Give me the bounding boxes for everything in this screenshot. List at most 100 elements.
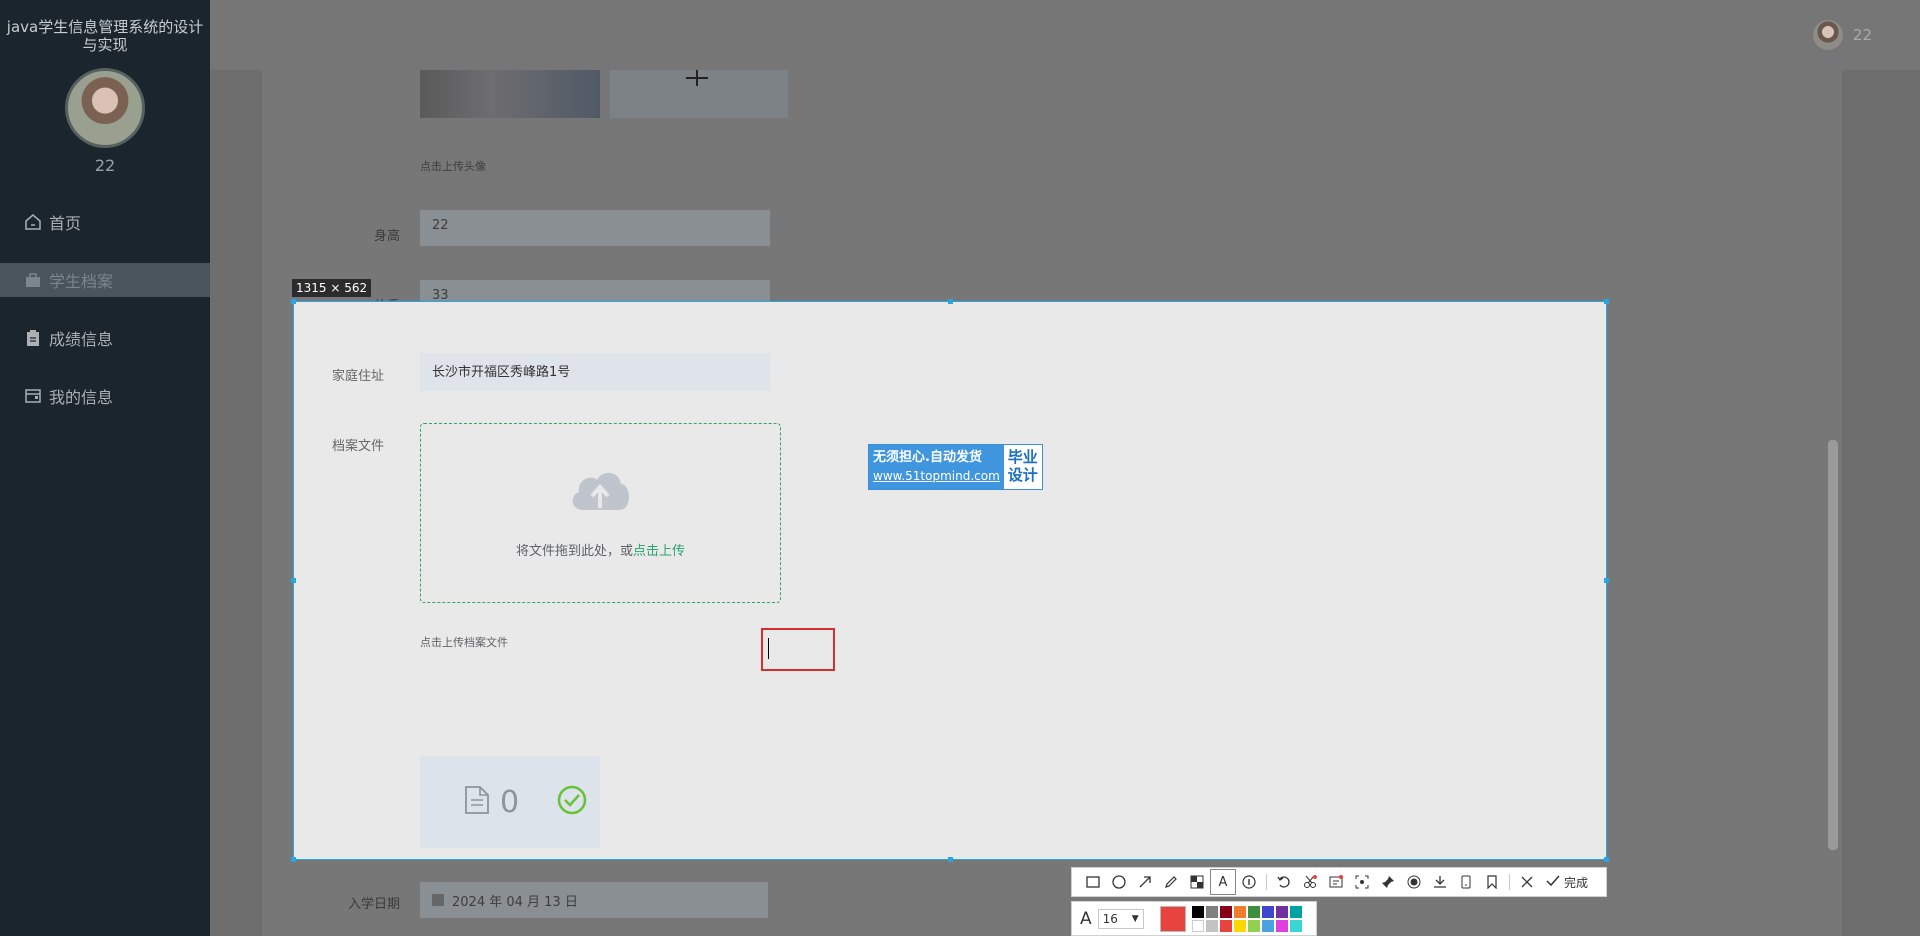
download-icon[interactable] xyxy=(1427,869,1453,895)
color-swatch[interactable] xyxy=(1233,905,1246,918)
color-swatch[interactable] xyxy=(1275,905,1288,918)
color-swatch[interactable] xyxy=(1261,905,1274,918)
font-icon: A xyxy=(1080,908,1092,929)
annotation-text-box[interactable] xyxy=(761,628,835,671)
color-swatch[interactable] xyxy=(1219,905,1232,918)
scroll-capture-icon[interactable] xyxy=(1349,869,1375,895)
record-icon[interactable] xyxy=(1401,869,1427,895)
sidebar-item-label: 成绩信息 xyxy=(49,330,114,349)
arrow-tool-icon[interactable] xyxy=(1132,869,1158,895)
document-icon xyxy=(464,785,490,819)
text-caret xyxy=(768,638,769,659)
resize-handle-tr[interactable] xyxy=(1604,299,1609,304)
sidebar-item-student-archive[interactable]: 学生档案 xyxy=(0,263,210,297)
sidebar-item-label: 我的信息 xyxy=(49,388,114,407)
color-swatch[interactable] xyxy=(1233,919,1246,932)
calendar-icon xyxy=(432,894,444,906)
file-dropzone[interactable]: 将文件拖到此处，或点击上传 xyxy=(420,423,781,603)
pencil-tool-icon[interactable] xyxy=(1158,869,1184,895)
dropzone-upload-link[interactable]: 点击上传 xyxy=(633,544,685,559)
top-user-menu[interactable]: 22 xyxy=(1812,20,1872,50)
color-swatch[interactable] xyxy=(1289,905,1302,918)
ad-banner-line1: 无须担心.自动发货 xyxy=(873,450,982,465)
color-palette xyxy=(1191,905,1302,932)
sidebar-item-label: 首页 xyxy=(49,214,82,233)
file-upload-hint: 点击上传档案文件 xyxy=(420,636,508,649)
bookmark-icon[interactable] xyxy=(1479,869,1505,895)
ocr-icon[interactable] xyxy=(1323,869,1349,895)
number-tool-icon[interactable] xyxy=(1236,869,1262,895)
cloud-upload-icon xyxy=(569,466,631,512)
ellipse-tool-icon[interactable] xyxy=(1106,869,1132,895)
font-size-select[interactable]: 16 ▼ xyxy=(1097,908,1144,929)
text-style-bar: A 16 ▼ xyxy=(1071,901,1317,936)
font-size-value: 16 xyxy=(1102,911,1118,926)
color-swatch[interactable] xyxy=(1275,919,1288,932)
clipboard-icon xyxy=(24,329,42,347)
success-check-icon xyxy=(557,785,587,819)
avatar xyxy=(1812,20,1843,50)
color-swatch[interactable] xyxy=(1219,919,1232,932)
ad-banner-url: www.51topmind.com xyxy=(873,469,1000,483)
color-swatch[interactable] xyxy=(1191,905,1204,918)
address-input[interactable]: 长沙市开福区秀峰路1号 xyxy=(420,353,770,391)
resize-handle-r[interactable] xyxy=(1604,578,1609,583)
color-swatch[interactable] xyxy=(1247,905,1260,918)
page-scrollbar[interactable] xyxy=(1828,440,1838,850)
wallet-icon xyxy=(24,387,42,405)
dropzone-text: 将文件拖到此处，或点击上传 xyxy=(421,540,780,559)
resize-handle-t[interactable] xyxy=(948,299,953,304)
resize-handle-l[interactable] xyxy=(291,578,296,583)
height-input[interactable]: 22 xyxy=(420,210,770,246)
resize-handle-b[interactable] xyxy=(948,857,953,862)
chevron-down-icon: ▼ xyxy=(1131,913,1139,924)
color-swatch[interactable] xyxy=(1191,919,1204,932)
address-label: 家庭住址 xyxy=(331,369,384,384)
plus-icon xyxy=(686,70,708,86)
close-icon[interactable] xyxy=(1514,869,1540,895)
capture-toolbar: A 完成 xyxy=(1071,867,1607,897)
done-button[interactable]: 完成 xyxy=(1546,874,1588,891)
current-color-swatch[interactable] xyxy=(1159,905,1186,932)
color-swatch[interactable] xyxy=(1261,919,1274,932)
capture-region[interactable]: 家庭住址 长沙市开福区秀峰路1号 档案文件 将文件拖到此处，或点击上传 点击上传… xyxy=(293,301,1607,860)
ad-banner-right: 毕业 设计 xyxy=(1007,448,1038,484)
avatar-upload-hint: 点击上传头像 xyxy=(420,160,486,173)
ad-banner[interactable]: 无须担心.自动发货 www.51topmind.com 毕业 设计 xyxy=(868,444,1043,490)
capture-size-label: 1315 × 562 xyxy=(292,279,372,297)
uploaded-file-card[interactable]: 0 xyxy=(420,756,600,848)
sidebar-item-label: 学生档案 xyxy=(49,272,114,291)
system-title: java学生信息管理系统的设计与实现 xyxy=(6,18,204,54)
height-label: 身高 xyxy=(373,229,400,244)
long-capture-icon[interactable] xyxy=(1453,869,1479,895)
toolbar-separator xyxy=(1266,874,1267,890)
rect-tool-icon[interactable] xyxy=(1080,869,1106,895)
text-tool-icon[interactable]: A xyxy=(1210,869,1236,895)
color-swatch[interactable] xyxy=(1247,919,1260,932)
sidebar-avatar xyxy=(65,68,145,148)
toolbar-separator xyxy=(1509,874,1510,890)
file-label: 档案文件 xyxy=(331,439,384,454)
mosaic-tool-icon[interactable] xyxy=(1184,869,1210,895)
home-icon xyxy=(24,213,42,231)
resize-handle-br[interactable] xyxy=(1604,857,1609,862)
ad-banner-left: 无须担心.自动发货 www.51topmind.com xyxy=(869,445,1004,489)
color-swatch[interactable] xyxy=(1205,919,1218,932)
enroll-date-input[interactable]: 2024 年 04 月 13 日 xyxy=(420,882,768,918)
pin-icon[interactable] xyxy=(1375,869,1401,895)
done-label: 完成 xyxy=(1564,875,1589,890)
resize-handle-bl[interactable] xyxy=(291,857,296,862)
enroll-date-label: 入学日期 xyxy=(347,897,400,912)
color-swatch[interactable] xyxy=(1289,919,1302,932)
sidebar: java学生信息管理系统的设计与实现 22 首页 学生档案 成绩信息 我的信息 xyxy=(0,0,210,936)
enroll-date-value: 2024 年 04 月 13 日 xyxy=(452,894,578,910)
resize-handle-tl[interactable] xyxy=(291,299,296,304)
color-swatch[interactable] xyxy=(1205,905,1218,918)
sidebar-username: 22 xyxy=(94,156,116,175)
file-count: 0 xyxy=(500,784,520,820)
sidebar-item-grades[interactable]: 成绩信息 xyxy=(0,321,210,355)
sidebar-item-my-info[interactable]: 我的信息 xyxy=(0,379,210,413)
cut-icon[interactable] xyxy=(1297,869,1323,895)
sidebar-item-home[interactable]: 首页 xyxy=(0,205,210,239)
undo-icon[interactable] xyxy=(1271,869,1297,895)
